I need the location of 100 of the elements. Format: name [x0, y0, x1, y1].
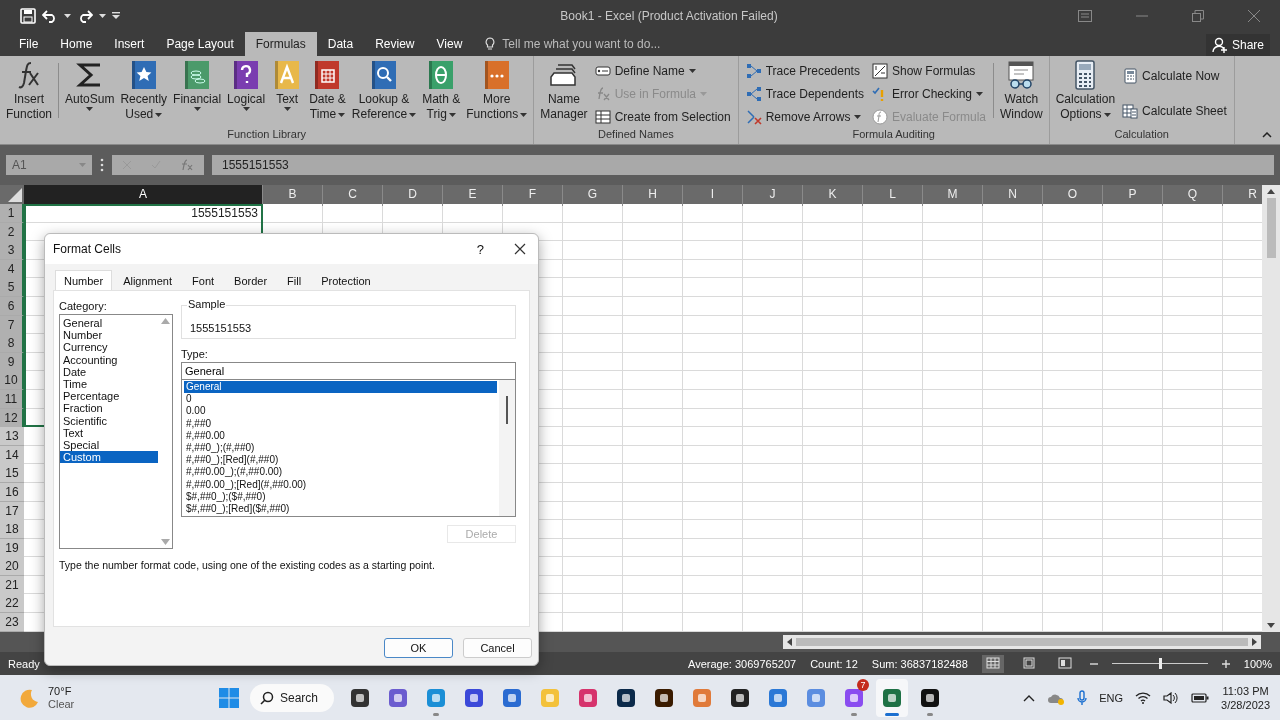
scroll-right-icon[interactable] — [1252, 638, 1257, 646]
list-item[interactable]: #,##0.00 — [184, 429, 497, 442]
list-item[interactable]: $#,##0_);($#,##0) — [184, 490, 497, 504]
ribbon-button[interactable]: Financial — [170, 59, 225, 128]
dialog-tab[interactable]: Protection — [312, 270, 380, 290]
cancel-button[interactable]: Cancel — [463, 638, 532, 658]
redo-icon[interactable] — [77, 9, 93, 23]
row-header[interactable]: 22 — [0, 594, 24, 614]
row-header[interactable]: 18 — [0, 520, 24, 540]
horizontal-scrollbar[interactable] — [783, 635, 1261, 649]
share-button[interactable]: Share — [1205, 34, 1270, 56]
dialog-tab[interactable]: Font — [183, 270, 224, 290]
ribbon-button[interactable]: More Functions — [463, 59, 531, 128]
list-item[interactable]: Text — [60, 426, 158, 440]
dialog-tab[interactable]: Alignment — [114, 270, 182, 290]
start-icon[interactable] — [218, 686, 240, 709]
clock-date[interactable]: 3/28/2023 — [1221, 697, 1270, 712]
list-item[interactable]: #,##0.00_);[Red](#,##0.00) — [184, 478, 497, 491]
dialog-tab[interactable]: Fill — [278, 270, 311, 290]
list-item[interactable]: #,##0_);(#,##0) — [184, 442, 497, 455]
ribbon-tab[interactable]: Data — [316, 32, 365, 56]
scroll-up-icon[interactable] — [1267, 189, 1275, 194]
list-item[interactable]: Date — [60, 365, 158, 378]
list-item[interactable]: #,##0.00_);(#,##0.00) — [184, 466, 497, 479]
ribbon-button[interactable]: Trace Precedents — [745, 60, 864, 81]
ribbon-tab[interactable]: Home — [49, 32, 104, 56]
save-icon[interactable] — [20, 8, 36, 24]
vertical-scrollbar[interactable] — [1262, 185, 1280, 632]
dialog-tab[interactable]: Number — [55, 270, 113, 290]
chevron-up-icon[interactable] — [1023, 693, 1036, 702]
row-header[interactable]: 13 — [0, 427, 24, 447]
scroll-left-icon[interactable] — [787, 638, 792, 646]
ribbon-button[interactable]: Remove Arrows — [745, 106, 864, 127]
list-item[interactable]: Currency — [60, 341, 158, 354]
list-item[interactable]: Percentage — [60, 390, 158, 403]
scroll-thumb[interactable] — [1266, 198, 1276, 258]
ribbon-button[interactable]: Logical — [224, 59, 269, 128]
ribbon-button[interactable]: Calculation Options — [1052, 59, 1119, 128]
row-header[interactable]: 23 — [0, 613, 24, 632]
list-item[interactable]: 0.00 — [184, 405, 497, 418]
ribbon-button[interactable]: Text — [268, 59, 307, 128]
ribbon-display-icon[interactable] — [1078, 10, 1092, 22]
ribbon-tab[interactable]: Page Layout — [155, 32, 245, 56]
scroll-thumb[interactable] — [506, 396, 508, 424]
help-button[interactable]: ? — [476, 241, 484, 257]
ribbon-button[interactable]: Error Checking — [871, 83, 986, 104]
ribbon-button[interactable]: Trace Dependents — [745, 83, 864, 104]
row-header[interactable]: 20 — [0, 557, 24, 577]
battery-icon[interactable] — [1191, 691, 1210, 704]
list-item[interactable]: 0 — [184, 393, 497, 406]
clock-time[interactable]: 11:03 PM — [1222, 683, 1269, 698]
ribbon-tab[interactable]: Review — [364, 32, 426, 56]
ribbon-tab[interactable]: File — [8, 32, 50, 56]
collapse-icon[interactable] — [1262, 132, 1272, 138]
ribbon-tab[interactable]: Formulas — [244, 32, 317, 56]
ribbon-button[interactable]: Name Manager — [537, 59, 591, 128]
list-item[interactable]: Number — [60, 329, 158, 342]
slider-thumb[interactable] — [1158, 658, 1162, 669]
zoom-in-icon[interactable] — [1221, 659, 1230, 668]
row-header[interactable]: 3 — [0, 241, 24, 261]
row-header[interactable]: 15 — [0, 464, 24, 484]
ribbon-tab[interactable]: Insert — [103, 32, 156, 56]
microphone-icon[interactable] — [1077, 689, 1088, 706]
row-header[interactable]: 10 — [0, 371, 24, 391]
row-header[interactable]: 8 — [0, 334, 24, 354]
row-header[interactable]: 1 — [0, 204, 24, 223]
ribbon-button[interactable]: Calculate Sheet — [1122, 100, 1227, 122]
search-button[interactable]: Search — [250, 683, 335, 712]
list-item[interactable]: Custom — [60, 451, 158, 464]
zoom-level[interactable]: 100% — [1243, 657, 1272, 670]
column-header[interactable]: A — [24, 185, 263, 206]
ribbon-button[interactable]: Date & Time — [306, 59, 349, 128]
format-list[interactable]: General 0 0.00 #,##0 #,##0.00 #,##0_);(#,##0) #,##0_);[Red](#,##0) #,##0.00_);(#,##0.00) #,##0.00_);[Red](#,##0.00) $#,##0_);($#,##0) $#,##0_);[Red]($#,##0) — [181, 380, 516, 517]
ribbon-button[interactable]: AutoSum — [62, 59, 118, 128]
row-header[interactable]: 5 — [0, 278, 24, 298]
ok-button[interactable]: OK — [384, 638, 453, 658]
undo-icon[interactable] — [42, 9, 58, 23]
list-item[interactable]: Fraction — [60, 402, 158, 415]
list-item[interactable]: Accounting — [60, 353, 158, 366]
view-button[interactable] — [981, 654, 1004, 673]
list-item[interactable]: $#,##0_);[Red]($#,##0) — [184, 503, 497, 516]
category-list[interactable]: General Number Currency Accounting Date Time Percentage Fraction Scientific Text Special Custom — [59, 314, 173, 549]
list-item[interactable]: General — [60, 317, 158, 330]
ribbon-button[interactable]: Lookup & Reference — [348, 59, 420, 128]
list-item[interactable]: #,##0 — [184, 417, 497, 430]
language-indicator[interactable]: ENG — [1099, 691, 1124, 704]
ribbon-button[interactable]: Recently Used — [117, 59, 171, 128]
ribbon-button[interactable]: Show Formulas — [871, 60, 986, 81]
restore-icon[interactable] — [1192, 10, 1204, 22]
more-icon[interactable] — [100, 158, 104, 172]
table-cell[interactable]: 1555151553 — [191, 207, 258, 220]
customize-icon[interactable] — [112, 12, 120, 20]
list-item[interactable]: Time — [60, 378, 158, 391]
ribbon-button[interactable]: Define Name — [594, 60, 731, 81]
list-item[interactable]: General — [184, 381, 497, 394]
scroll-thumb[interactable] — [796, 638, 1248, 646]
ribbon-button[interactable]: Calculate Now — [1122, 65, 1227, 87]
list-item[interactable]: Special — [60, 439, 158, 452]
ribbon-button[interactable]: Watch Window — [997, 59, 1046, 128]
wifi-icon[interactable] — [1135, 691, 1152, 704]
